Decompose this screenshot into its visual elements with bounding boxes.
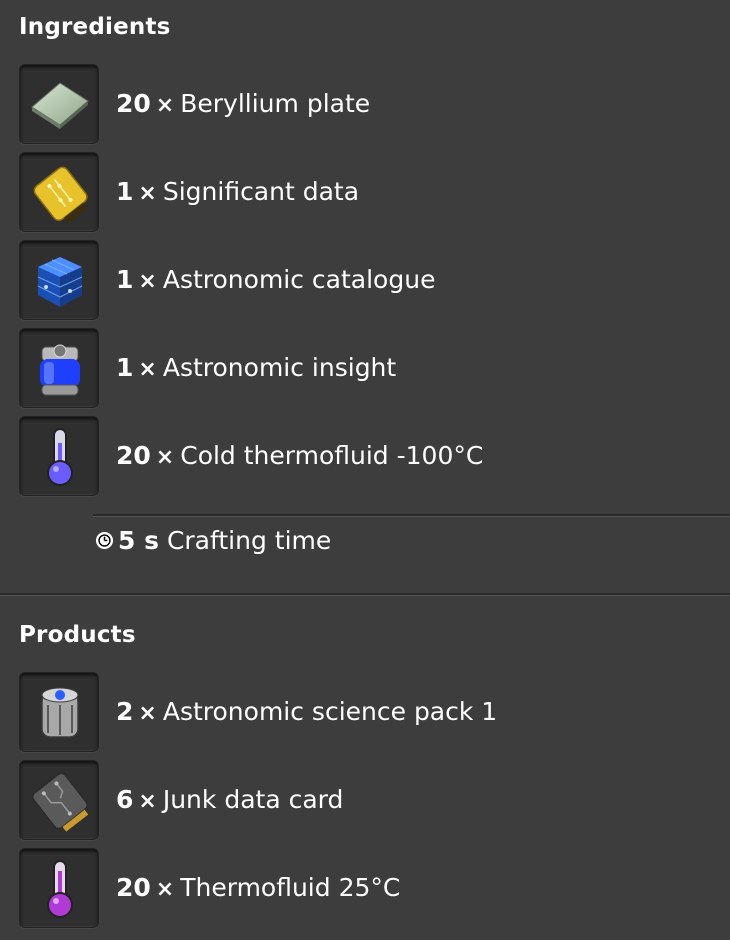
product-row[interactable]: 20 × Thermofluid 25°C [19,848,719,928]
ingredient-name: Astronomic insight [162,353,397,382]
ingredient-name: Beryllium plate [180,89,371,118]
times-sign: × [138,269,157,294]
ingredient-label: 1 × Significant data [116,177,359,206]
ingredient-label: 20 × Beryllium plate [116,89,370,118]
ingredient-amount: 20 [116,89,151,118]
ingredients-title: Ingredients [19,14,171,40]
beryllium-plate-icon [31,82,89,129]
ingredient-label: 1 × Astronomic insight [116,353,396,382]
product-amount: 2 [116,697,134,726]
crafting-time: 5 s Crafting time [95,526,331,555]
product-amount: 20 [116,873,151,902]
times-sign: × [138,789,157,814]
junk-data-card-icon [31,772,89,832]
clock-icon [95,531,114,549]
times-sign: × [138,701,157,726]
ingredient-row[interactable]: 20 × Beryllium plate [19,64,719,144]
ingredient-row[interactable]: 1 × Astronomic catalogue [19,240,719,320]
products-title: Products [19,622,136,648]
ingredient-label: 1 × Astronomic catalogue [116,265,435,294]
times-sign: × [138,181,157,206]
ingredient-row[interactable]: 1 × Significant data [19,152,719,232]
astronomic-catalogue-icon [37,257,83,307]
astronomic-insight-icon [40,344,80,396]
section-divider [0,593,730,596]
crafting-time-value: 5 s [118,526,159,555]
product-slot[interactable] [19,760,99,840]
astronomic-science-pack-icon [41,687,79,738]
cold-thermofluid-icon [47,428,73,486]
product-row[interactable]: 2 × Astronomic science pack 1 [19,672,719,752]
times-sign: × [155,93,175,118]
ingredient-row[interactable]: 1 × Astronomic insight [19,328,719,408]
crafting-time-label: Crafting time [166,526,332,555]
ingredient-amount: 1 [116,353,134,382]
ingredient-slot[interactable] [19,64,99,144]
ingredient-name: Significant data [162,177,360,206]
product-label: 20 × Thermofluid 25°C [116,873,400,902]
ingredient-name: Cold thermofluid -100°C [180,441,484,470]
thermofluid-icon [47,860,73,918]
ingredient-label: 20 × Cold thermofluid -100°C [116,441,483,470]
times-sign: × [155,877,175,902]
product-label: 6 × Junk data card [116,785,343,814]
product-name: Astronomic science pack 1 [162,697,498,726]
times-sign: × [138,357,157,382]
ingredient-row[interactable]: 20 × Cold thermofluid -100°C [19,416,719,496]
ingredient-slot[interactable] [19,152,99,232]
ingredient-slot[interactable] [19,328,99,408]
ingredient-amount: 20 [116,441,151,470]
ingredient-amount: 1 [116,265,134,294]
product-slot[interactable] [19,848,99,928]
crafting-divider [93,514,730,517]
product-name: Thermofluid 25°C [180,873,401,902]
ingredient-slot[interactable] [19,240,99,320]
ingredient-amount: 1 [116,177,134,206]
product-slot[interactable] [19,672,99,752]
ingredient-slot[interactable] [19,416,99,496]
product-label: 2 × Astronomic science pack 1 [116,697,497,726]
product-amount: 6 [116,785,134,814]
ingredient-name: Astronomic catalogue [162,265,436,294]
product-row[interactable]: 6 × Junk data card [19,760,719,840]
times-sign: × [155,445,175,470]
significant-data-icon [33,166,88,224]
product-name: Junk data card [162,785,344,814]
